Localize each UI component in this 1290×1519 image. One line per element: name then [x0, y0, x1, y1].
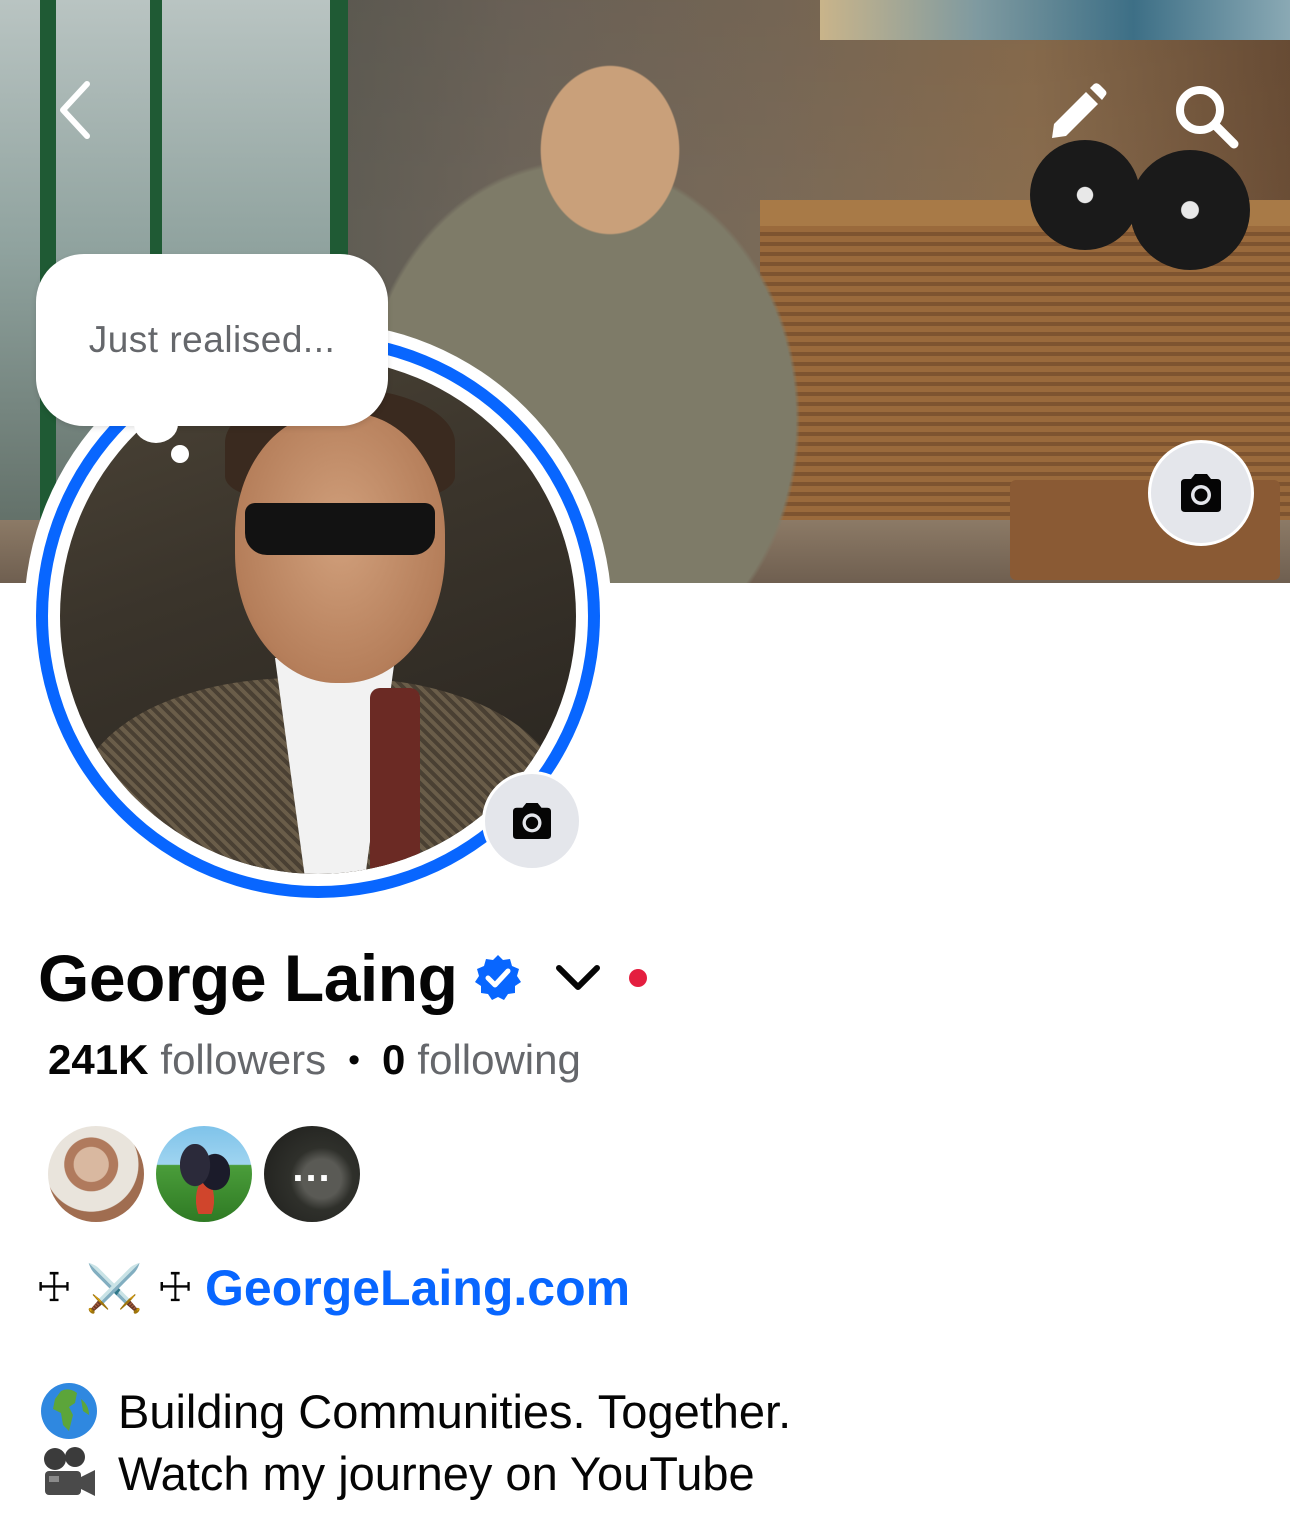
- followers-label: followers: [160, 1036, 327, 1083]
- bio-text: Building Communities. Together.: [118, 1384, 792, 1438]
- bio-line: Watch my journey on YouTube: [38, 1442, 755, 1504]
- globe-icon: [38, 1380, 100, 1442]
- verified-badge-icon: [475, 955, 522, 1000]
- bio-line: Building Communities. Together.: [38, 1380, 791, 1442]
- bubble-tail-large: [134, 405, 178, 443]
- cover-record: [1030, 140, 1140, 250]
- follow-stats: 241K followers • 0 following: [48, 1036, 581, 1084]
- edit-profile-picture-button[interactable]: [482, 771, 582, 871]
- cover-shelf: [820, 0, 1290, 40]
- profile-note-bubble[interactable]: Just realised...: [36, 254, 388, 426]
- bio-link-row: ☩ ⚔️ ☩ GeorgeLaing.com: [36, 1255, 630, 1321]
- photo-sunglasses: [245, 503, 435, 555]
- followers-link[interactable]: 241K followers: [48, 1036, 326, 1084]
- search-icon: [1176, 86, 1239, 149]
- camera-icon: [513, 802, 551, 840]
- bubble-tail-small: [171, 445, 189, 463]
- separator-dot: •: [348, 1040, 361, 1079]
- cross-decoration: ☩: [36, 1266, 72, 1310]
- chevron-left-icon: [60, 81, 90, 139]
- more-followers-avatar[interactable]: ...: [264, 1126, 360, 1222]
- more-followers-label: ...: [292, 1145, 332, 1190]
- website-link[interactable]: GeorgeLaing.com: [205, 1259, 630, 1317]
- search-button[interactable]: [1168, 78, 1244, 154]
- profile-name-row: George Laing: [38, 938, 648, 1018]
- movie-camera-icon: [38, 1442, 100, 1504]
- following-link[interactable]: 0 following: [382, 1036, 581, 1084]
- camera-icon: [1181, 474, 1221, 512]
- profile-note-text: Just realised...: [88, 319, 336, 360]
- profile-name: George Laing: [38, 941, 458, 1015]
- edit-cover-photo-button[interactable]: [1148, 440, 1254, 546]
- cross-decoration: ☩: [157, 1266, 193, 1310]
- back-button[interactable]: [40, 75, 110, 145]
- follower-avatar[interactable]: [48, 1126, 144, 1222]
- chevron-down-icon[interactable]: [553, 953, 603, 1003]
- pencil-icon: [1052, 83, 1107, 138]
- followers-count: 241K: [48, 1036, 149, 1083]
- following-count: 0: [382, 1036, 406, 1083]
- cover-record: [1130, 150, 1250, 270]
- follower-avatar[interactable]: [156, 1126, 252, 1222]
- crossed-swords-emoji: ⚔️: [85, 1261, 144, 1314]
- notification-dot: [629, 969, 648, 987]
- photo-tie: [370, 688, 420, 874]
- bio-text: Watch my journey on YouTube: [118, 1446, 755, 1500]
- following-label: following: [417, 1036, 581, 1083]
- edit-profile-button[interactable]: [1040, 78, 1112, 150]
